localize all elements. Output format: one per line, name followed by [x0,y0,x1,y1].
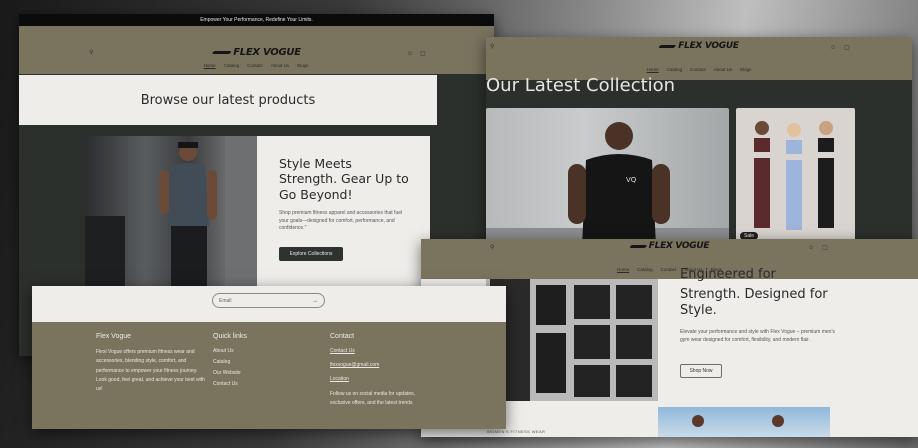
nav-contact[interactable]: Contact [690,67,706,72]
brand-name: FLEX VOGUE [233,47,301,58]
cart-icon[interactable]: ▢ [844,45,850,51]
newsletter-strip: Email → [32,286,506,322]
gear-collage-photo [486,279,658,401]
nav-contact[interactable]: Contact [661,267,677,272]
main-nav: Home Catalog Contact About Us Blogs [647,67,752,72]
footer-link-contact-us[interactable]: Contact Us [213,381,241,387]
search-icon[interactable]: ⚲ [89,50,93,56]
footer-social-text: Follow us on social media for updates, e… [330,391,416,406]
apparel-grid [490,279,652,401]
search-icon[interactable]: ⚲ [490,245,494,251]
footer-links: About Us Catalog Our Website Contact Us [213,348,241,387]
nav-home[interactable]: Home [617,267,629,272]
nav-home[interactable]: Home [204,63,216,68]
section-title: Our Latest Collection [486,75,676,96]
brand-logo[interactable]: FLEX VOGUE [628,241,710,251]
user-icon[interactable]: ☺ [808,245,814,251]
email-field[interactable]: Email → [212,293,325,308]
footer-contact-us-link[interactable]: Contact Us [330,348,379,354]
nav-catalog[interactable]: Catalog [637,267,653,272]
footer-window: Email → Flex Vogue Flexi Vogue offers pr… [32,286,506,429]
user-icon[interactable]: ☺ [830,45,836,51]
main-nav: Home Catalog Contact About Us Blogs [204,63,309,68]
nav-contact[interactable]: Contact [247,63,263,68]
hero-text: Elevate your performance and style with … [680,329,835,343]
hero-title-partial: Engineered for [680,267,776,282]
model-figure: VQ [486,122,729,247]
womens-wear-label: WOMEN'S FITNESS WEAR [487,429,546,434]
nav-home[interactable]: Home [647,67,659,72]
nav-catalog[interactable]: Catalog [667,67,683,72]
footer-links-heading: Quick links [213,333,247,340]
hero-photo [85,136,257,286]
footer-about-text: Flexi Vogue offers premium fitness wear … [96,349,205,392]
womens-fitness-photo [658,407,830,437]
announcement-bar: Empower Your Performance, Redefine Your … [19,14,494,26]
athlete-figure [85,136,257,286]
cart-icon[interactable]: ▢ [420,51,426,57]
brand-name: FLEX VOGUE [648,241,710,251]
brand-logo[interactable]: FLEX VOGUE [211,47,301,58]
storefront-window-2: ⚲ FLEX VOGUE ☺ ▢ Home Catalog Contact Ab… [486,37,912,247]
nav-about-us[interactable]: About Us [714,67,733,72]
footer-location-link[interactable]: Location [330,376,379,382]
brand-logo[interactable]: FLEX VOGUE [658,41,739,51]
models-figure [754,121,834,230]
footer-about-heading: Flex Vogue [96,333,132,340]
section-title-banner: Browse our latest products [19,75,437,125]
footer-link-catalog[interactable]: Catalog [213,359,241,365]
site-header: ⚲ FLEX VOGUE ☺ ▢ Home Catalog Contact Ab… [421,239,918,279]
section-title: Browse our latest products [140,92,316,108]
footer-contact-list: Contact Us flexvogue@gmail.com Location [330,348,379,382]
footer-link-about-us[interactable]: About Us [213,348,241,354]
email-placeholder: Email [219,297,232,304]
search-icon[interactable]: ⚲ [490,44,494,50]
women-figures [692,415,784,427]
shop-now-label: Shop Now [689,368,713,374]
footer-contact-heading: Contact [330,333,355,340]
cart-icon[interactable]: ▢ [822,245,828,251]
nav-blogs[interactable]: Blogs [740,67,751,72]
brand-name: FLEX VOGUE [678,41,739,51]
product-photo-mens-tee[interactable]: VQ [486,108,729,247]
footer-email-link[interactable]: flexvogue@gmail.com [330,362,379,368]
footer-link-our-website[interactable]: Our Website [213,370,241,376]
nav-catalog[interactable]: Catalog [224,63,240,68]
arrow-right-icon[interactable]: → [312,298,318,304]
hero-title: Strength. Designed for Style. [680,287,828,318]
svg-text:VQ: VQ [626,176,637,184]
user-icon[interactable]: ☺ [407,51,413,57]
product-photo-womens-set[interactable]: Sale [736,108,855,247]
explore-collections-label: Explore Collections [289,251,333,257]
hero-title: Style Meets Strength. Gear Up to Go Beyo… [279,156,409,202]
nav-about-us[interactable]: About Us [271,63,290,68]
shop-now-button[interactable]: Shop Now [680,364,722,378]
explore-collections-button[interactable]: Explore Collections [279,247,343,261]
site-header: ⚲ FLEX VOGUE ☺ ▢ Home Catalog Contact Ab… [486,37,912,80]
hero-card: Style Meets Strength. Gear Up to Go Beyo… [85,136,430,286]
nav-blogs[interactable]: Blogs [297,63,308,68]
announcement-text: Empower Your Performance, Redefine Your … [200,17,313,23]
hero-text: Shop premium fitness apparel and accesso… [279,210,403,231]
